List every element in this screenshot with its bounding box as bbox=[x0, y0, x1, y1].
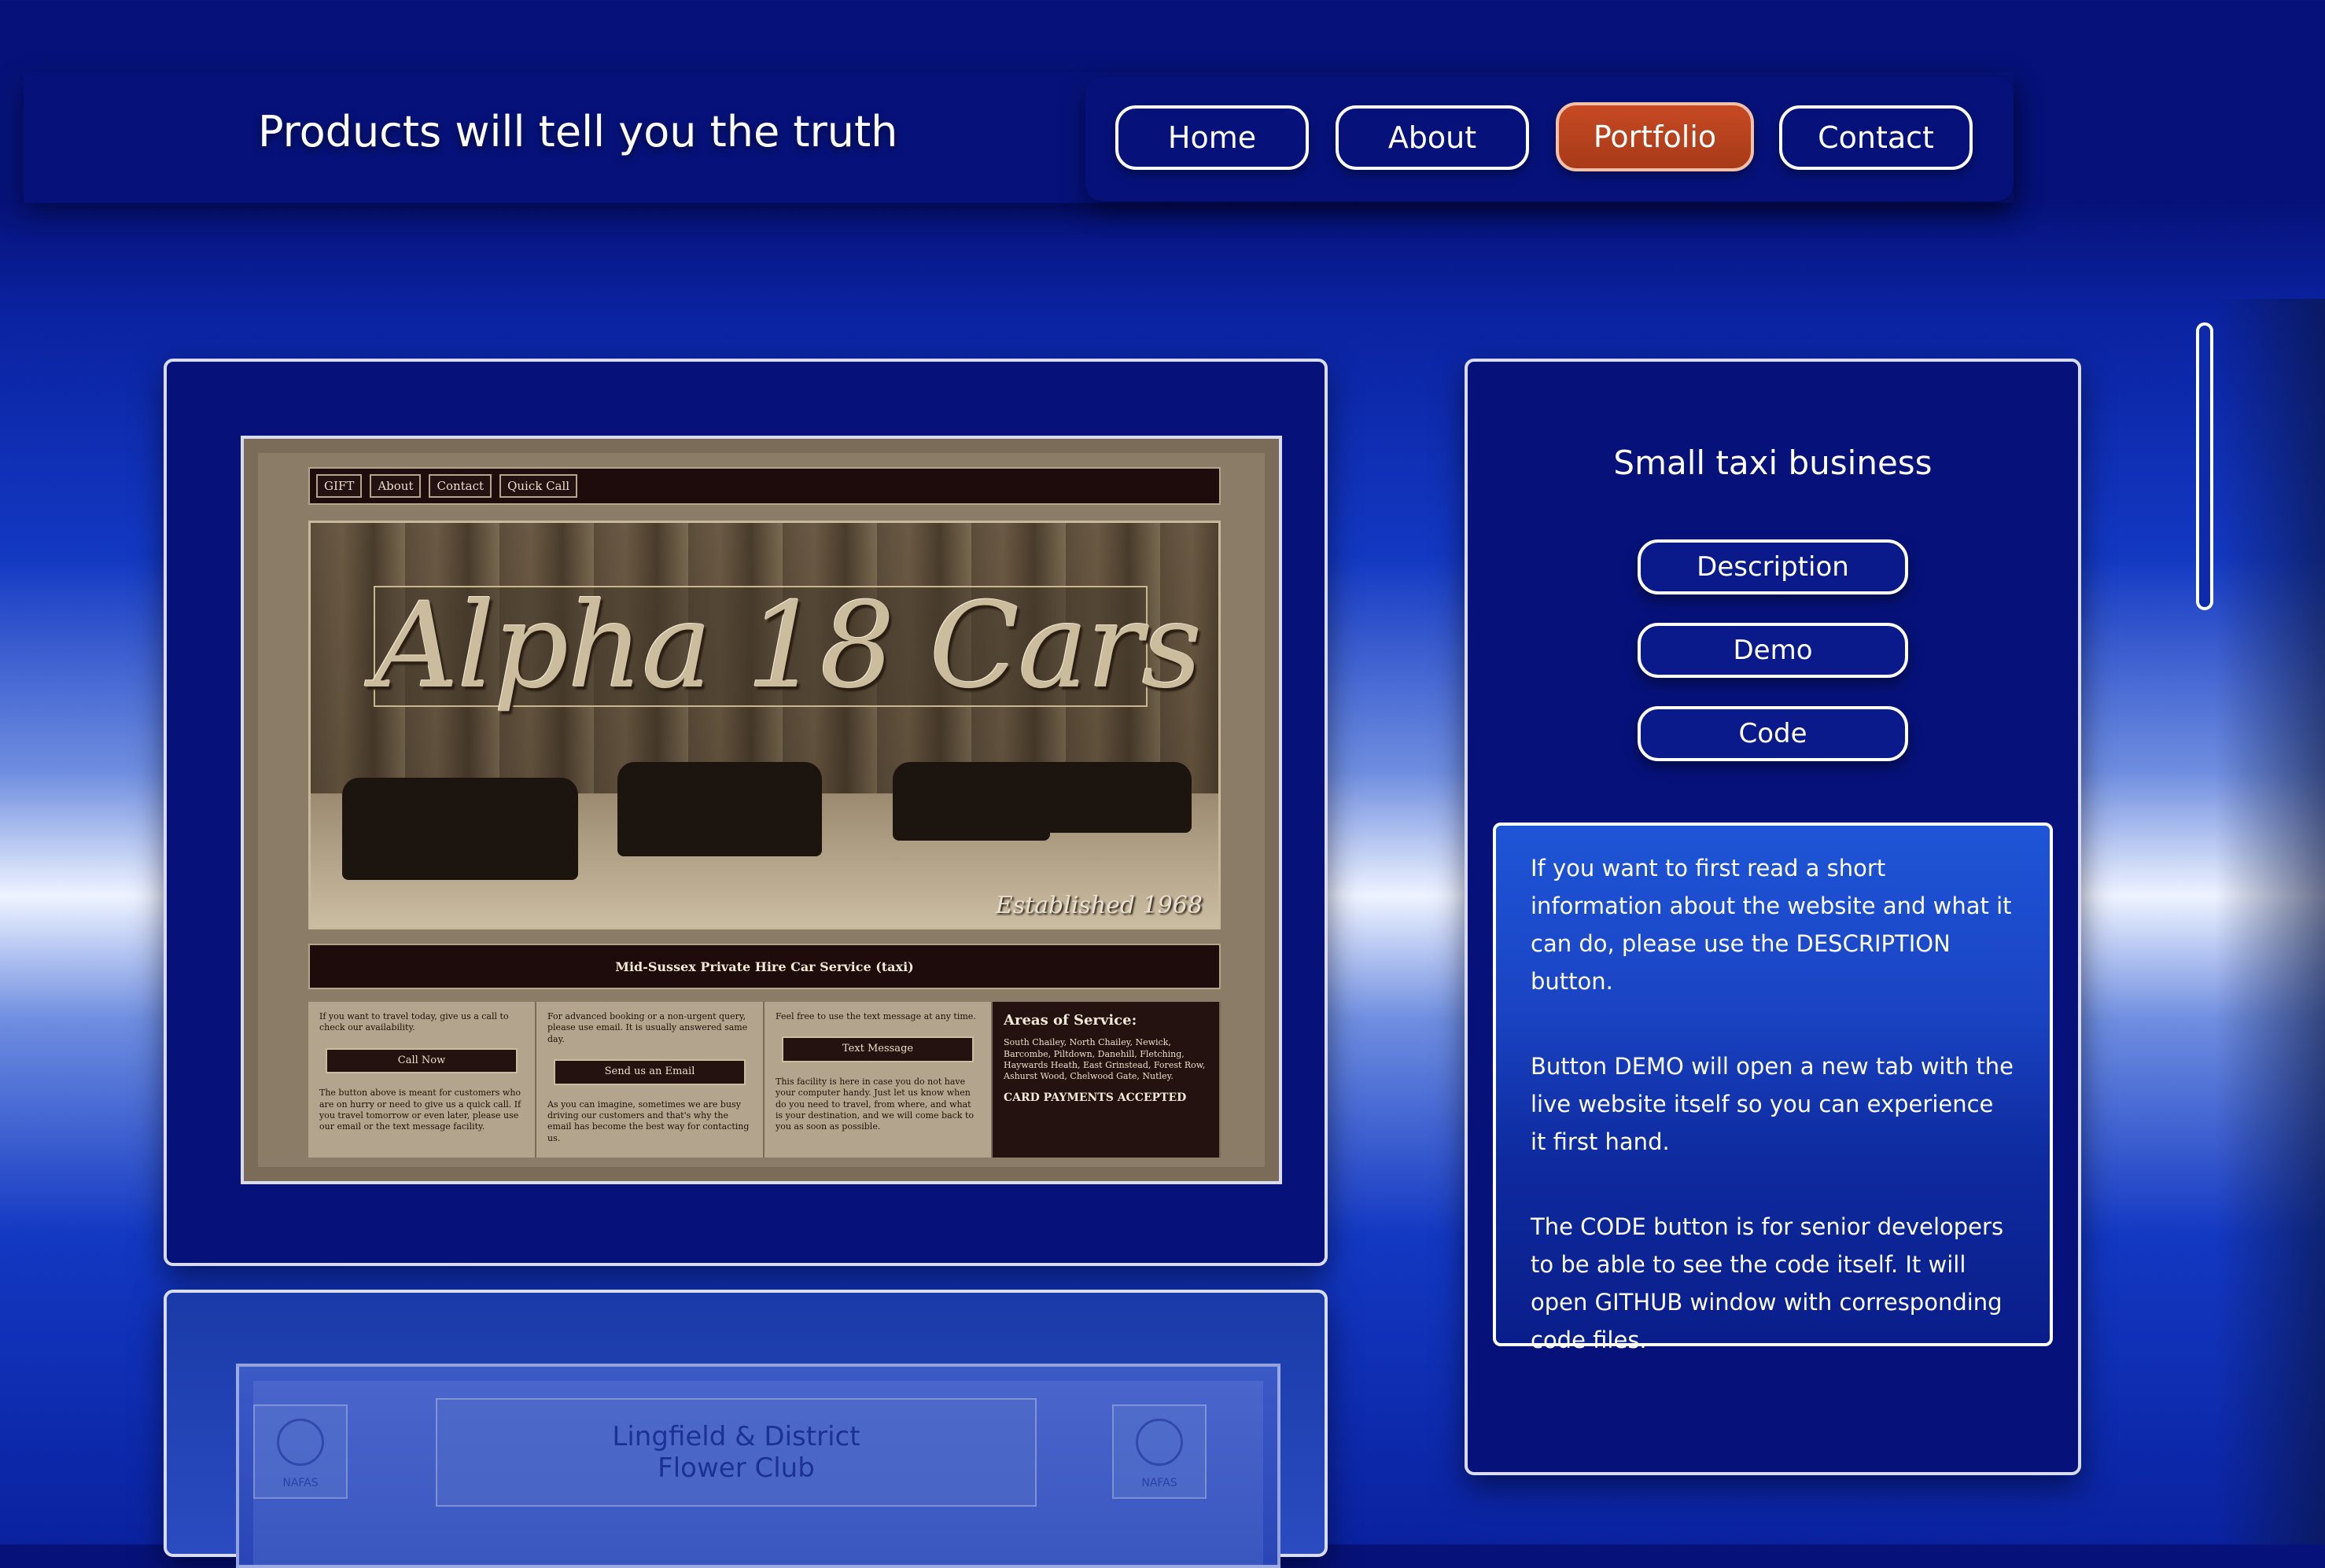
preview-card-payments: CARD PAYMENTS ACCEPTED bbox=[1004, 1091, 1187, 1104]
code-button[interactable]: Code bbox=[1638, 706, 1908, 761]
preview-nav-quick-call: Quick Call bbox=[499, 474, 578, 498]
preview-columns: If you want to travel today, give us a c… bbox=[308, 1002, 1221, 1158]
project-screenshot[interactable]: GIFT About Contact Quick Call Alpha 18 C… bbox=[241, 436, 1282, 1184]
info-paragraph-code: The CODE button is for senior developers… bbox=[1531, 1213, 2004, 1353]
preview-areas-title: Areas of Service: bbox=[1004, 1012, 1137, 1029]
nav-about-button[interactable]: About bbox=[1336, 105, 1529, 170]
preview-text-message-button: Text Message bbox=[782, 1036, 974, 1063]
preview-hero-image: Alpha 18 Cars Established 1968 bbox=[308, 521, 1221, 929]
preview-areas-list: South Chailey, North Chailey, Newick, Ba… bbox=[1004, 1037, 1206, 1082]
description-button[interactable]: Description bbox=[1638, 539, 1908, 594]
preview-nav-contact: Contact bbox=[429, 474, 492, 498]
preview-email-button: Send us an Email bbox=[554, 1058, 746, 1085]
preview-col-text: Feel free to use the text message at any… bbox=[776, 1011, 976, 1021]
club-badge-text: NAFAS bbox=[282, 1477, 319, 1489]
preview-website: GIFT About Contact Quick Call Alpha 18 C… bbox=[258, 453, 1265, 1167]
preview-col-areas: Areas of Service: South Chailey, North C… bbox=[993, 1002, 1221, 1158]
nav-contact-button[interactable]: Contact bbox=[1779, 105, 1973, 170]
club-title-line2: Flower Club bbox=[658, 1452, 815, 1484]
preview-col-note: This facility is here in case you do not… bbox=[776, 1077, 975, 1132]
club-title-line1: Lingfield & District bbox=[612, 1421, 860, 1452]
nav-portfolio-button[interactable]: Portfolio bbox=[1556, 102, 1754, 171]
preview-hero-subtitle: Established 1968 bbox=[995, 892, 1203, 919]
club-badge-right: NAFAS bbox=[1112, 1404, 1207, 1499]
site-title: Products will tell you the truth bbox=[258, 107, 898, 156]
preview-nav: GIFT About Contact Quick Call bbox=[308, 467, 1221, 505]
preview-col-text: If you want to travel today, give us a c… bbox=[319, 1011, 509, 1033]
project-screenshot-2[interactable]: NAFAS Lingfield & District Flower Club N… bbox=[236, 1364, 1280, 1568]
project-preview-card: GIFT About Contact Quick Call Alpha 18 C… bbox=[164, 359, 1328, 1266]
preview-nav-about: About bbox=[370, 474, 422, 498]
club-title: Lingfield & District Flower Club bbox=[436, 1398, 1037, 1507]
info-paragraph-demo: Button DEMO will open a new tab with the… bbox=[1531, 1053, 2014, 1155]
project-title: Small taxi business bbox=[1613, 444, 1933, 482]
seal-icon bbox=[277, 1419, 324, 1466]
demo-button[interactable]: Demo bbox=[1638, 623, 1908, 678]
nav-home-button[interactable]: Home bbox=[1115, 105, 1309, 170]
club-badge-left: NAFAS bbox=[253, 1404, 348, 1499]
preview-col-call: If you want to travel today, give us a c… bbox=[308, 1002, 536, 1158]
preview-call-now-button: Call Now bbox=[326, 1047, 518, 1074]
preview-hero-title: Alpha 18 Cars bbox=[374, 578, 1202, 715]
seal-icon bbox=[1136, 1419, 1183, 1466]
vintage-car-icon bbox=[342, 778, 578, 880]
preview-banner: Mid-Sussex Private Hire Car Service (tax… bbox=[308, 944, 1221, 989]
vintage-car-icon bbox=[617, 762, 822, 856]
preview-website-2: NAFAS Lingfield & District Flower Club N… bbox=[253, 1381, 1263, 1565]
preview-col-note: The button above is meant for customers … bbox=[319, 1088, 521, 1132]
project-info-box: If you want to first read a short inform… bbox=[1493, 823, 2053, 1353]
club-badge-text: NAFAS bbox=[1141, 1477, 1177, 1489]
info-paragraph-description: If you want to first read a short inform… bbox=[1531, 855, 2012, 995]
preview-col-email: For advanced booking or a non-urgent que… bbox=[536, 1002, 765, 1158]
vintage-car-icon bbox=[1019, 762, 1192, 833]
right-edge-shade bbox=[2215, 299, 2325, 1544]
preview-nav-gift: GIFT bbox=[316, 474, 363, 498]
preview-col-text: For advanced booking or a non-urgent que… bbox=[547, 1011, 748, 1044]
preview-col-text-message: Feel free to use the text message at any… bbox=[765, 1002, 993, 1158]
preview-col-note: As you can imagine, sometimes we are bus… bbox=[547, 1099, 750, 1143]
scrollbar-thumb[interactable] bbox=[2196, 322, 2213, 610]
